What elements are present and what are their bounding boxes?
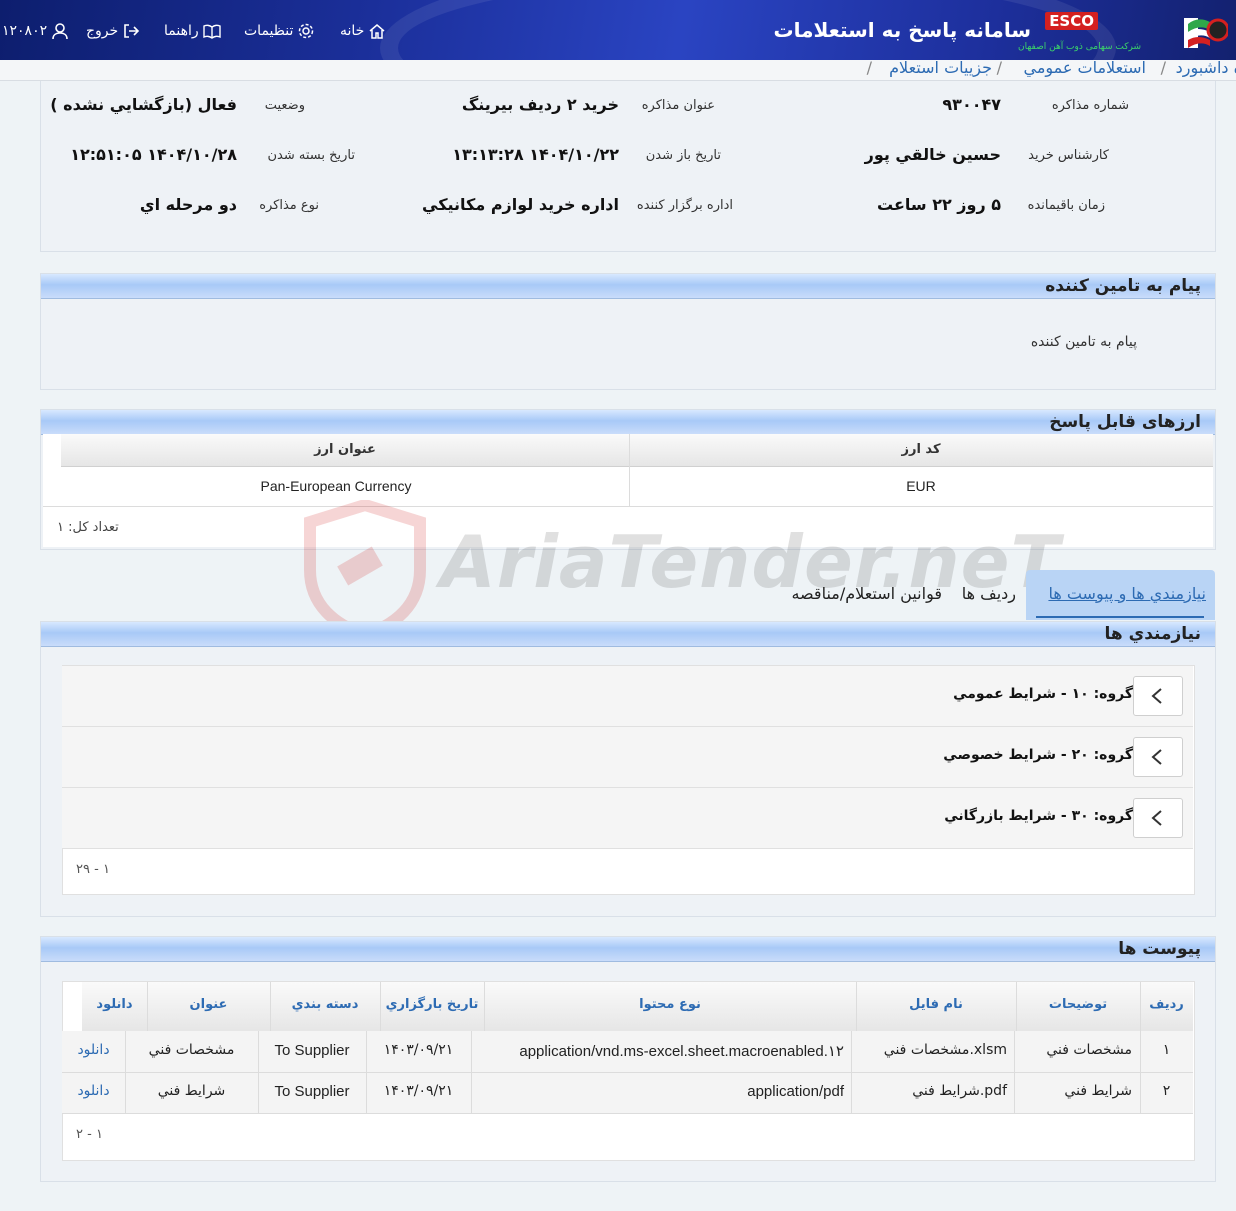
number-label: شماره مذاکره [1051,98,1129,113]
breadcrumb-separator: / [996,58,1002,77]
status-label: وضعيت [264,98,305,113]
supplier-message-label: پيام به تامين کننده [1030,334,1137,350]
cell-description: مشخصات فني [1046,1042,1132,1058]
inquiry-details-panel: شماره مذاکره ۹۳۰۰۴۷ عنوان مذاکره خرید ۲ … [40,81,1216,252]
breadcrumb-inquiry-details: جزييات استعلام [889,58,992,77]
expert-value: حسين خالقي پور [864,145,1001,164]
requirement-group-30[interactable]: گروه: ۳۰ - شرايط بازرگاني [62,788,1193,849]
title-label: عنوان مذاکره [641,98,715,113]
book-icon [202,24,221,39]
title-value: خرید ۲ ردیف بیرینگ [461,95,619,114]
cell-content-type: application/vnd.ms-excel.sheet.macroenab… [519,1043,844,1060]
col-header-filename[interactable]: نام فايل [856,997,1016,1012]
col-header-title[interactable]: عنوان [147,997,270,1012]
cell-row-number: ۲ [1162,1083,1171,1099]
tab-rows[interactable]: رديف ها [962,584,1016,603]
esco-badge: ESCO [1045,12,1098,30]
settings-label: تنظیمات [244,23,294,39]
chevron-left-icon [1151,688,1162,704]
home-link[interactable]: خانه [340,22,386,40]
cell-title: مشخصات فني [148,1042,235,1058]
active-tab-underline [1036,616,1204,618]
logout-label: خروج [86,23,119,39]
expand-button[interactable] [1133,737,1183,777]
breadcrumb-public-inquiries[interactable]: استعلامات عمومي [1023,58,1146,77]
cell-filename: مشخصات فني.xlsm [883,1042,1007,1058]
attachments-title: پيوست ها [1118,939,1201,959]
col-header-download[interactable]: دانلود [82,997,147,1012]
currency-code-header[interactable]: کد ارز [629,442,1213,457]
remaining-value: ۵ روز ۲۲ ساعت [877,195,1001,214]
expert-label: کارشناس خريد [1028,148,1109,163]
breadcrumb-separator: / [1160,58,1166,77]
tab-rules[interactable]: قوانين استعلام/مناقصه [791,584,942,603]
type-label: نوع مذاکره [259,198,319,213]
user-id: ۱۲۰۸۰۲ [2,23,48,39]
requirement-group-10[interactable]: گروه: ۱۰ - شرايط عمومي [62,666,1193,727]
cell-category: To Supplier [274,1083,350,1100]
dept-label: اداره برگزار کننده [636,198,733,213]
home-label: خانه [340,23,365,39]
close-date-value: ۱۴۰۴/۱۰/۲۸ ۱۲:۵۱:۰۵ [70,145,237,164]
breadcrumb-separator: / [866,58,872,77]
logout-icon [124,24,140,38]
app-title: سامانه پاسخ به استعلامات [773,18,1032,42]
currencies-title: ارزهای قابل پاسخ [1049,412,1201,432]
col-header-description[interactable]: توضيحات [1016,997,1140,1012]
currency-total: تعداد کل: ۱ [57,520,119,535]
cell-filename: شرايط فني.pdf [912,1083,1007,1099]
remaining-label: زمان باقيمانده [1027,198,1105,213]
attachments-pager: ۱ - ۲ [76,1127,103,1142]
requirement-group-label: گروه: ۲۰ - شرايط خصوصي [943,747,1133,763]
col-header-category[interactable]: دسته بندي [270,997,380,1012]
currencies-panel: ارزهای قابل پاسخ کد ارز عنوان ارز EUR Pa… [40,409,1216,550]
app-header: ۱۲۰۸۰۲ خروج راهنما تنظیمات خانه سامانه پ… [0,0,1236,60]
open-date-label: تاريخ باز شدن [645,148,721,163]
cell-title: شرايط فني [157,1083,226,1099]
requirements-pager: ۱ - ۲۹ [76,862,110,877]
chevron-left-icon [1151,749,1162,765]
settings-link[interactable]: تنظیمات [244,22,315,40]
status-value: فعال (بازگشايي نشده ) [50,95,237,114]
tab-requirements-attachments[interactable]: نيازمندي ها و پیوست ها [1048,584,1206,603]
col-header-row[interactable]: رديف [1140,997,1193,1012]
cell-category: To Supplier [274,1042,350,1059]
close-date-label: تاريخ بسته شدن [267,148,355,163]
requirements-title: نيازمندي ها [1104,624,1201,644]
company-name: شرکت سهامی ذوب آهن اصفهان [1018,42,1141,52]
cell-upload-date: ۱۴۰۳/۰۹/۲۱ [383,1083,454,1099]
requirement-group-label: گروه: ۱۰ - شرايط عمومي [953,686,1133,702]
expand-button[interactable] [1133,676,1183,716]
download-link[interactable]: دانلود [62,1083,125,1099]
breadcrumb: ه داشبورد / استعلامات عمومي / جزييات است… [0,58,1236,81]
requirement-group-label: گروه: ۳۰ - شرايط بازرگاني [944,808,1133,824]
supplier-message-title: پيام به تامين کننده [1045,276,1201,296]
help-label: راهنما [164,23,199,39]
requirement-group-20[interactable]: گروه: ۲۰ - شرايط خصوصي [62,727,1193,788]
home-icon [369,24,385,39]
gear-icon [299,23,314,39]
user-menu[interactable]: ۱۲۰۸۰۲ [2,22,69,40]
currency-title-header[interactable]: عنوان ارز [61,442,629,457]
cell-description: شرايط فني [1064,1083,1132,1099]
cell-row-number: ۱ [1162,1042,1171,1058]
type-value: دو مرحله اي [139,195,237,214]
breadcrumb-dashboard[interactable]: ه داشبورد [1176,58,1236,77]
col-header-upload-date[interactable]: تاريخ بارگزاري [380,997,484,1012]
chevron-left-icon [1151,810,1162,826]
logout-link[interactable]: خروج [86,22,140,40]
download-link[interactable]: دانلود [62,1042,125,1058]
help-link[interactable]: راهنما [164,22,221,40]
expand-button[interactable] [1133,798,1183,838]
cell-upload-date: ۱۴۰۳/۰۹/۲۱ [383,1042,454,1058]
currency-title-cell: Pan-European Currency [260,478,412,494]
dept-value: اداره خريد لوازم مکانيکي [422,195,619,214]
number-value: ۹۳۰۰۴۷ [942,95,1001,114]
col-header-content-type[interactable]: نوع محتوا [484,997,856,1012]
open-date-value: ۱۴۰۴/۱۰/۲۲ ۱۳:۱۳:۲۸ [452,145,619,164]
supplier-message-panel: پيام به تامين کننده پيام به تامين کننده [40,273,1216,390]
currency-code-cell: EUR [906,478,936,494]
user-icon [52,23,68,40]
cell-content-type: application/pdf [747,1083,844,1100]
